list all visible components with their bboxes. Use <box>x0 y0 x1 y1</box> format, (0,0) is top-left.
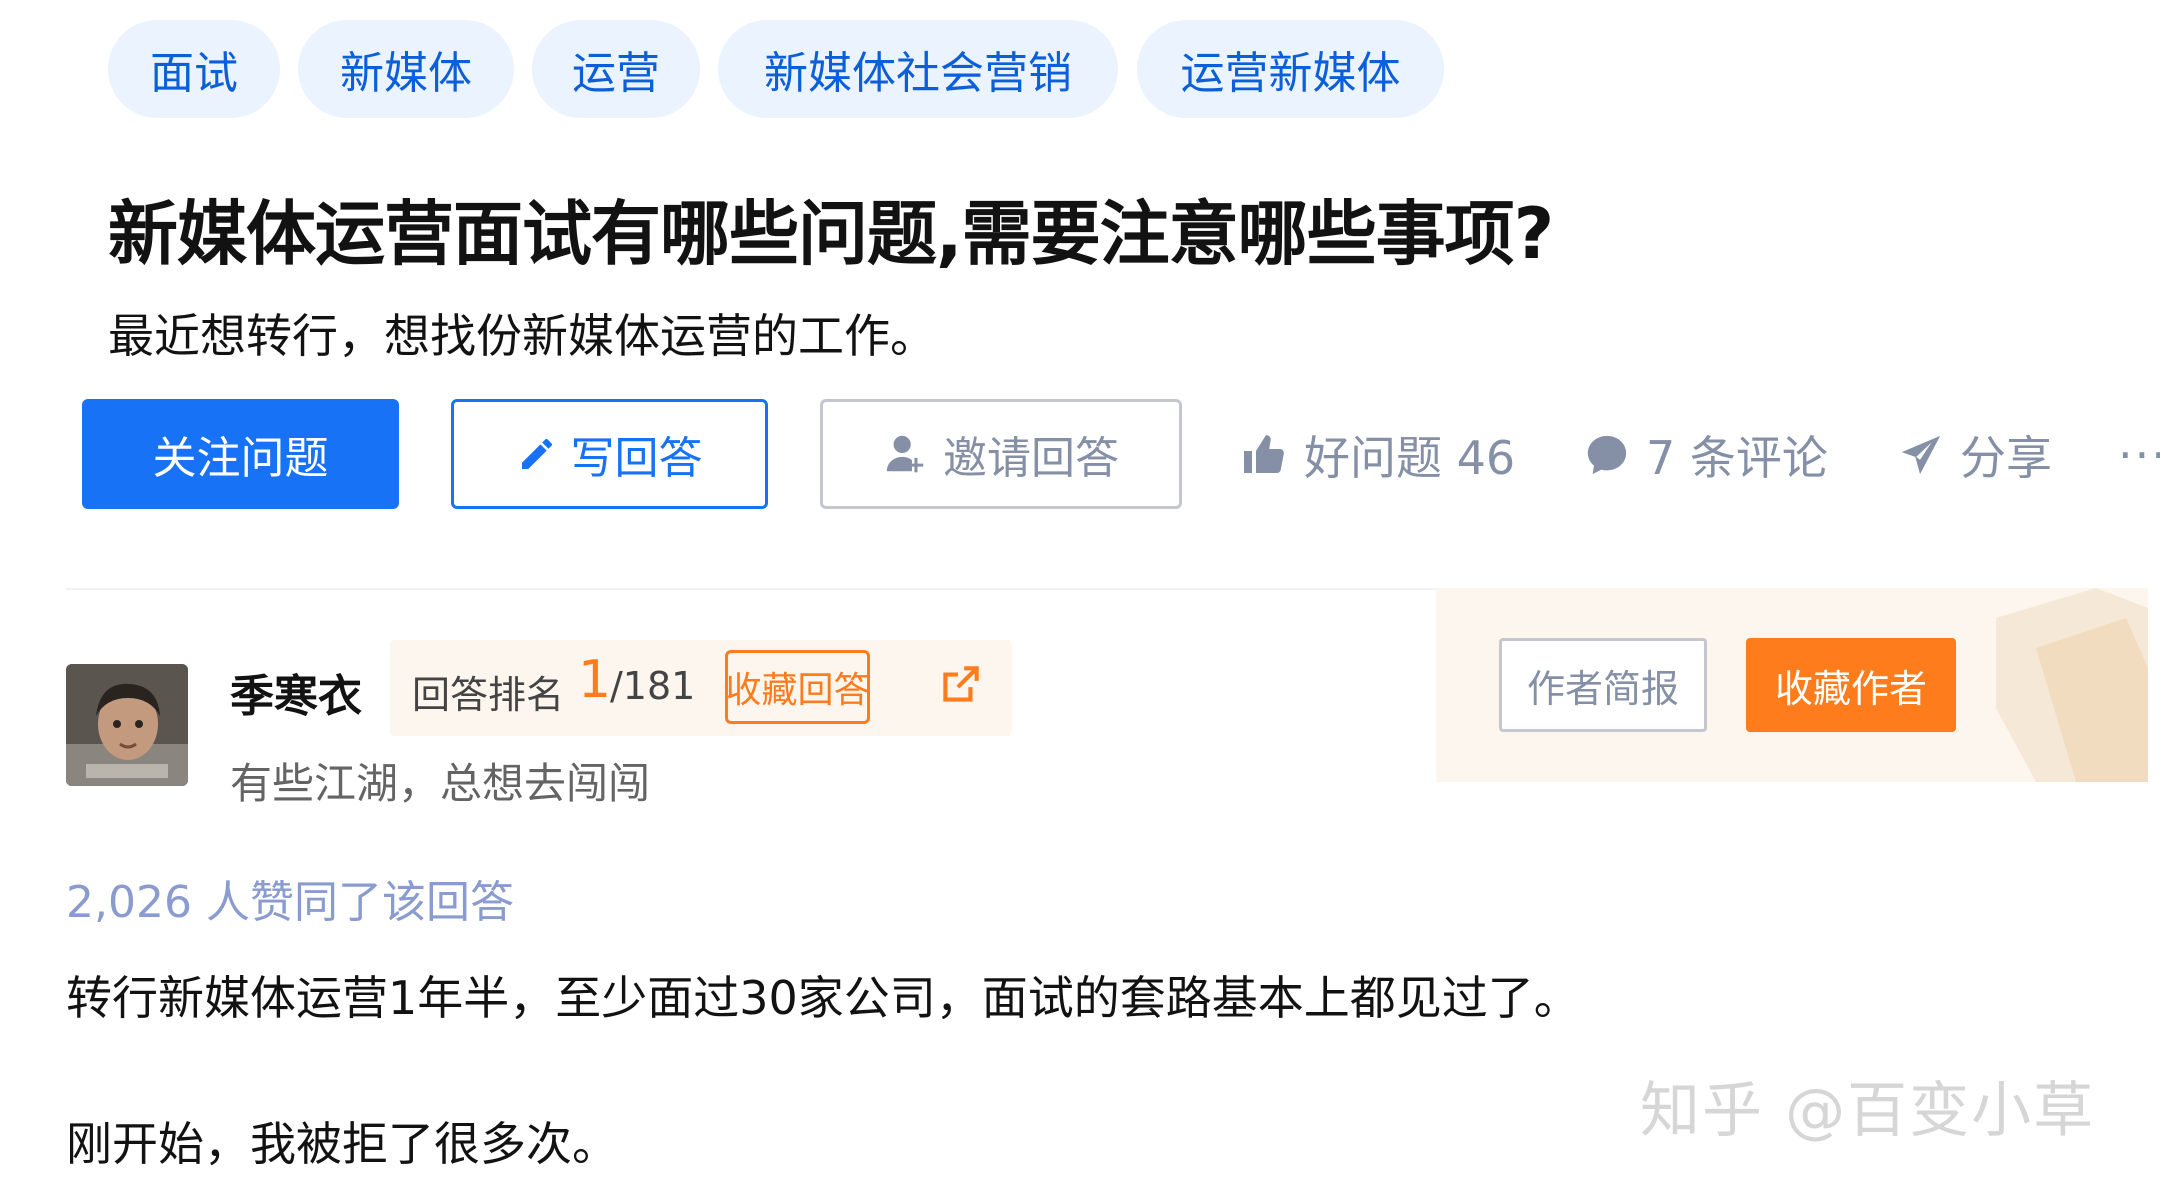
more-icon: ··· <box>2118 428 2160 482</box>
write-answer-button[interactable]: 写回答 <box>451 399 768 509</box>
vote-count[interactable]: 2,026 人赞同了该回答 <box>66 866 514 930</box>
share-label: 分享 <box>1960 431 2052 485</box>
paper-plane-icon <box>1901 435 1941 475</box>
thumbs-up-icon <box>1244 435 1284 473</box>
external-link-icon[interactable] <box>935 660 985 710</box>
answer-paragraph: 刚开始，我被拒了很多次。 <box>66 1117 618 1171</box>
rank-total: /181 <box>610 664 696 708</box>
topic-tag-new-media[interactable]: 新媒体 <box>298 20 514 118</box>
invite-user-icon <box>886 435 924 473</box>
collect-answer-label: 收藏回答 <box>725 670 870 711</box>
watermark: 知乎 @百变小草 <box>1640 1076 2096 1146</box>
invite-answer-button[interactable]: 邀请回答 <box>820 399 1182 509</box>
collect-author-button[interactable]: 收藏作者 <box>1746 638 1956 732</box>
rank-label: 回答排名 <box>412 673 565 717</box>
author-name[interactable]: 季寒衣 <box>230 660 362 724</box>
author-brief-label: 作者简报 <box>1526 666 1679 711</box>
author-brief-button[interactable]: 作者简报 <box>1499 638 1707 732</box>
comment-icon <box>1587 435 1627 475</box>
comments-button[interactable]: 7 条评论 <box>1584 420 1828 490</box>
author-bio: 有些江湖，总想去闯闯 <box>230 759 651 808</box>
follow-question-button[interactable]: 关注问题 <box>82 399 399 509</box>
more-button[interactable]: ··· <box>2118 420 2160 490</box>
topic-tag-operations-new-media[interactable]: 运营新媒体 <box>1137 20 1444 118</box>
write-answer-label: 写回答 <box>570 433 703 484</box>
follow-question-label: 关注问题 <box>152 433 329 484</box>
topic-tag-new-media-marketing[interactable]: 新媒体社会营销 <box>718 20 1118 118</box>
share-button[interactable]: 分享 <box>1898 420 2052 490</box>
avatar[interactable] <box>66 664 188 786</box>
answer-paragraph: 转行新媒体运营1年半，至少面过30家公司，面试的套路基本上都见过了。 <box>66 971 1580 1025</box>
collect-author-label: 收藏作者 <box>1774 666 1927 711</box>
topic-tag-operations[interactable]: 运营 <box>532 20 700 118</box>
collect-answer-button[interactable]: 收藏回答 <box>725 650 870 724</box>
question-title: 新媒体运营面试有哪些问题,需要注意哪些事项? <box>108 193 1554 275</box>
rank-value: 1 <box>578 650 612 710</box>
good-question-label: 好问题 46 <box>1304 431 1516 485</box>
comments-label: 7 条评论 <box>1646 431 1828 485</box>
answer-rank-box: 回答排名 1 /181 收藏回答 <box>390 640 1012 736</box>
good-question-button[interactable]: 好问题 46 <box>1240 420 1515 490</box>
pencil-icon <box>521 438 552 469</box>
question-detail: 最近想转行，想找份新媒体运营的工作。 <box>108 309 936 363</box>
avatar-photo <box>66 664 188 786</box>
invite-answer-label: 邀请回答 <box>943 433 1119 484</box>
topic-tag-interview[interactable]: 面试 <box>108 20 280 118</box>
